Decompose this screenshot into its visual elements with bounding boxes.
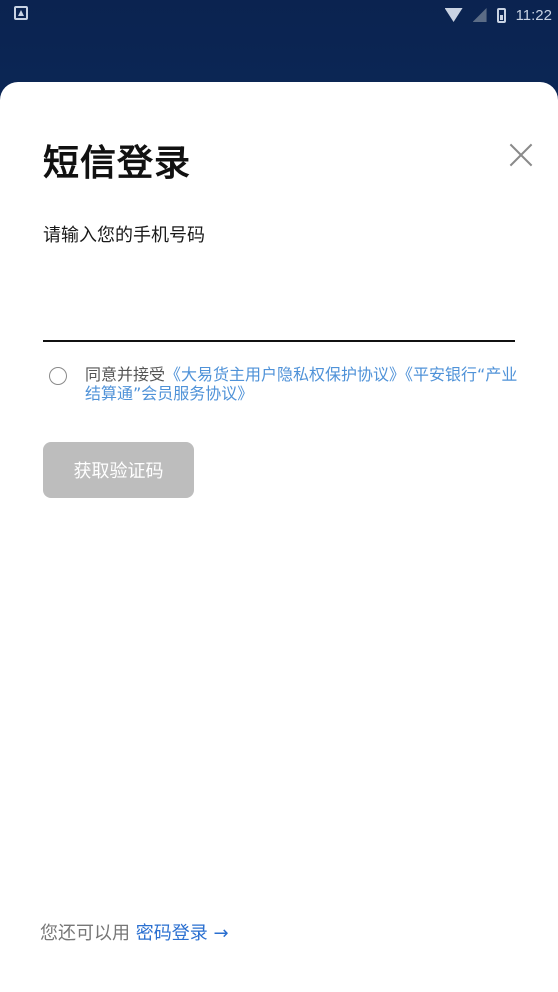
password-login-link[interactable]: 密码登录 → xyxy=(136,923,229,944)
battery-icon xyxy=(496,7,506,23)
alt-login-row: 您还可以用 密码登录 → xyxy=(40,919,229,945)
close-icon[interactable] xyxy=(504,138,538,172)
wifi-icon xyxy=(444,8,463,22)
status-icons: 11:22 xyxy=(444,4,552,26)
privacy-policy-link[interactable]: 《大易货主用户隐私权保护协议》 xyxy=(165,365,405,384)
login-screen: 11:22 短信登录 请输入您的手机号码 同意并接受《大易货主用户隐私权保护协议… xyxy=(0,0,558,992)
agreement-radio[interactable] xyxy=(49,367,67,385)
alt-login-prefix: 您还可以用 xyxy=(40,923,136,944)
sms-login-sheet: 短信登录 请输入您的手机号码 同意并接受《大易货主用户隐私权保护协议》《平安银行… xyxy=(0,82,558,992)
agreement-prefix: 同意并接受 xyxy=(85,365,166,384)
phone-label: 请输入您的手机号码 xyxy=(43,225,205,246)
signal-icon xyxy=(472,8,487,22)
agreement-text: 同意并接受《大易货主用户隐私权保护协议》《平安银行“产业结算通”会员服务协议》 xyxy=(85,365,525,403)
get-code-button[interactable]: 获取验证码 xyxy=(43,442,194,498)
phone-input[interactable] xyxy=(43,302,515,342)
status-bar: 11:22 xyxy=(0,0,558,30)
notification-icon xyxy=(14,6,28,20)
status-time: 11:22 xyxy=(515,6,552,24)
page-title: 短信登录 xyxy=(43,143,192,184)
